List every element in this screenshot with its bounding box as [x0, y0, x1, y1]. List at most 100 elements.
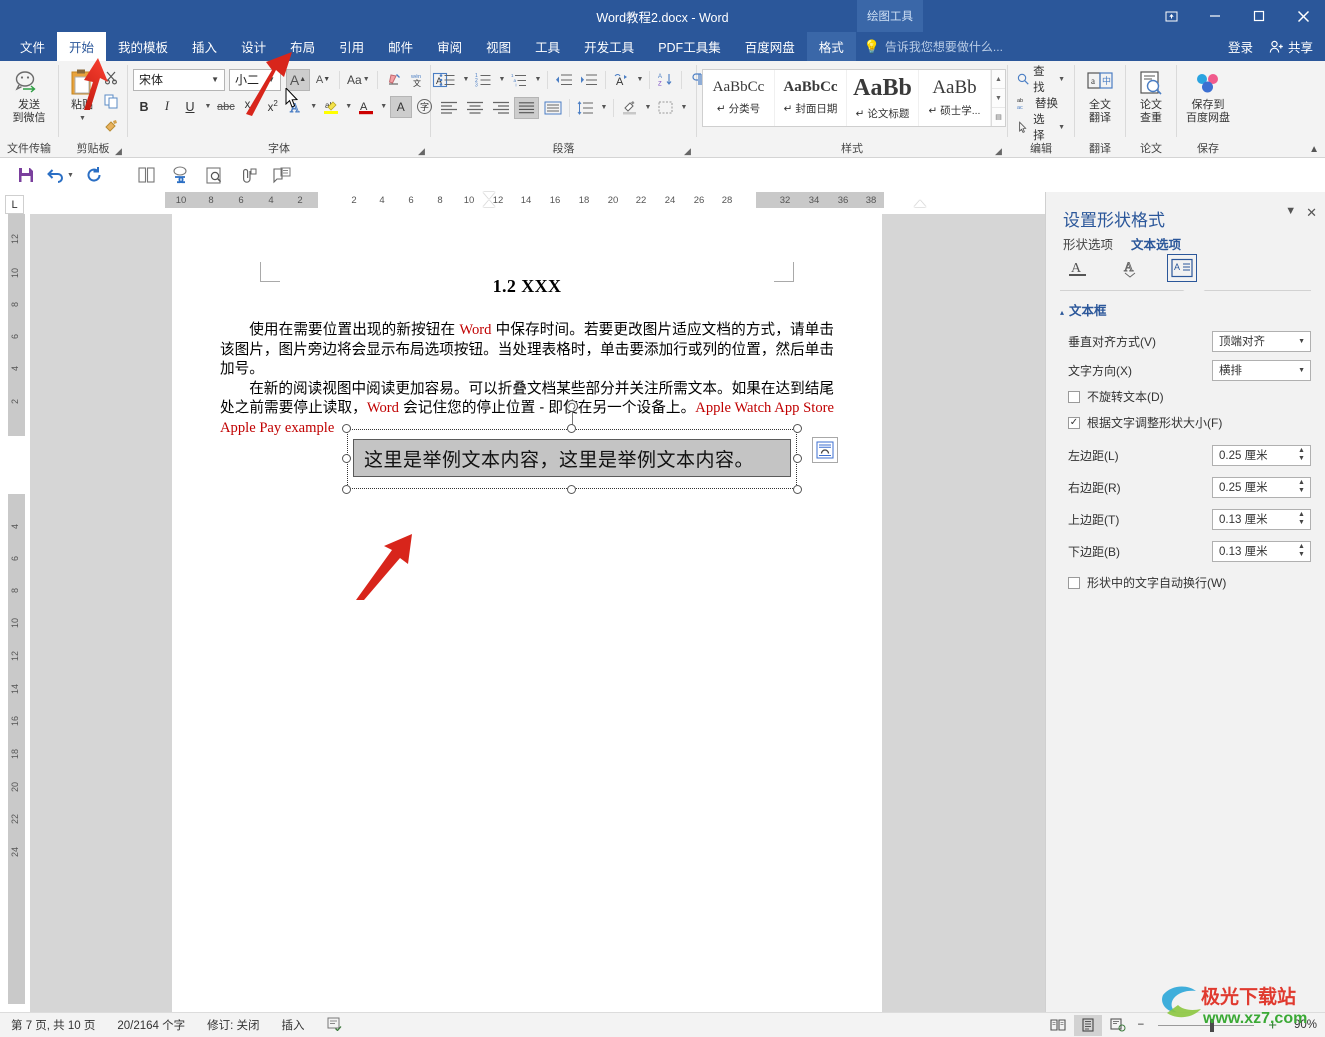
- resize-handle-n[interactable]: [567, 424, 576, 433]
- close-icon[interactable]: ✕: [1306, 205, 1317, 221]
- spinner-arrows[interactable]: ▲▼: [1294, 446, 1309, 465]
- right-margin-spinner[interactable]: 0.25 厘米 ▲▼: [1212, 477, 1311, 498]
- full-text-translate-button[interactable]: a 中 全文翻译: [1080, 64, 1120, 125]
- document-body[interactable]: 使用在需要位置出现的新按钮在 Word 中保存时间。若要更改图片适应文档的方式，…: [172, 321, 882, 438]
- chevron-down-icon[interactable]: ▼: [208, 75, 222, 84]
- track-changes-status[interactable]: 修订: 关闭: [196, 1017, 270, 1033]
- format-painter-button[interactable]: [100, 114, 122, 136]
- bullets-options[interactable]: ▼: [460, 69, 471, 91]
- tab-baidu-netdisk[interactable]: 百度网盘: [733, 32, 807, 61]
- style-item[interactable]: AaBbCc ↵ 封面日期: [775, 70, 847, 126]
- phonetic-guide-button[interactable]: wén文: [406, 69, 428, 91]
- resize-handle-se[interactable]: [793, 485, 802, 494]
- resize-handle-ne[interactable]: [793, 424, 802, 433]
- text-direction-dropdown[interactable]: 横排 ▼: [1212, 360, 1311, 381]
- chevron-down-icon[interactable]: ▼: [1058, 124, 1065, 131]
- clear-formatting-button[interactable]: [382, 69, 405, 91]
- font-color-button[interactable]: A: [355, 96, 377, 118]
- chevron-down-icon[interactable]: ▼: [1285, 205, 1296, 221]
- subscript-button[interactable]: x2: [239, 96, 261, 118]
- chevron-down-icon[interactable]: ▼: [363, 76, 370, 83]
- rotation-handle[interactable]: [566, 400, 578, 412]
- sign-in-button[interactable]: 登录: [1218, 37, 1263, 56]
- borders-button[interactable]: [654, 97, 677, 119]
- print-preview-icon[interactable]: [198, 161, 230, 189]
- chevron-down-icon[interactable]: ▼: [681, 104, 688, 111]
- tab-format[interactable]: 格式: [807, 32, 856, 61]
- first-line-indent-marker[interactable]: [483, 192, 495, 199]
- tab-home[interactable]: 开始: [57, 32, 106, 61]
- proofing-icon[interactable]: [316, 1017, 353, 1034]
- italic-button[interactable]: I: [156, 96, 178, 118]
- undo-icon[interactable]: ▼: [44, 161, 76, 189]
- resize-handle-sw[interactable]: [342, 485, 351, 494]
- tab-tools[interactable]: 工具: [523, 32, 572, 61]
- style-item[interactable]: AaBbCc ↵ 分类号: [703, 70, 775, 126]
- chevron-down-icon[interactable]: ▼: [205, 103, 212, 110]
- spinner-arrows[interactable]: ▲▼: [1294, 478, 1309, 497]
- asian-layout-button[interactable]: A: [610, 69, 633, 91]
- font-color-options[interactable]: ▼: [378, 96, 389, 118]
- tab-layout[interactable]: 布局: [278, 32, 327, 61]
- chevron-down-icon[interactable]: ▼: [380, 103, 387, 110]
- sort-button[interactable]: AZ: [654, 69, 677, 91]
- top-margin-spinner[interactable]: 0.13 厘米 ▲▼: [1212, 509, 1311, 530]
- do-not-rotate-text-checkbox[interactable]: 不旋转文本(D): [1068, 388, 1164, 405]
- hyperlink-icon[interactable]: [164, 161, 196, 189]
- bullets-button[interactable]: [436, 69, 459, 91]
- change-case-button[interactable]: Aa▼: [344, 69, 373, 91]
- word-count[interactable]: 20/2164 个字: [106, 1017, 196, 1033]
- numbering-options[interactable]: ▼: [496, 69, 507, 91]
- tab-references[interactable]: 引用: [327, 32, 376, 61]
- tab-view[interactable]: 视图: [474, 32, 523, 61]
- highlight-button[interactable]: ab: [320, 96, 342, 118]
- textbox-layout-icon[interactable]: A: [1167, 254, 1197, 282]
- highlight-options[interactable]: ▼: [343, 96, 354, 118]
- font-name-combo[interactable]: 宋体 ▼: [133, 69, 225, 91]
- underline-button[interactable]: U: [179, 96, 201, 118]
- zoom-slider-thumb[interactable]: [1210, 1019, 1214, 1032]
- chevron-down-icon[interactable]: ▼: [79, 112, 86, 125]
- vertical-ruler[interactable]: 12 10 8 6 4 2 4 6 8 10 12 14 16 18 20 22…: [0, 214, 30, 1012]
- copy-button[interactable]: [100, 90, 122, 112]
- attachment-icon[interactable]: [232, 161, 264, 189]
- align-left-button[interactable]: [436, 97, 461, 119]
- redo-icon[interactable]: [78, 161, 110, 189]
- styles-gallery-scroll[interactable]: ▲ ▼ ▤: [991, 70, 1005, 126]
- numbering-button[interactable]: 123: [472, 69, 495, 91]
- paragraph-dialog-launcher[interactable]: ◢: [682, 146, 693, 157]
- chevron-down-icon[interactable]: ▼: [264, 75, 278, 84]
- vertical-alignment-dropdown[interactable]: 顶端对齐 ▼: [1212, 331, 1311, 352]
- comment-icon[interactable]: [266, 161, 298, 189]
- styles-gallery[interactable]: AaBbCc ↵ 分类号 AaBbCc ↵ 封面日期 AaBb ↵ 论文标题 A…: [702, 69, 1006, 127]
- find-button[interactable]: 查找 ▼: [1013, 68, 1069, 90]
- tab-review[interactable]: 审阅: [425, 32, 474, 61]
- left-margin-spinner[interactable]: 0.25 厘米 ▲▼: [1212, 445, 1311, 466]
- scroll-down-icon[interactable]: ▼: [992, 89, 1005, 108]
- close-button[interactable]: [1281, 0, 1325, 32]
- columns-icon[interactable]: [130, 161, 162, 189]
- align-right-button[interactable]: [488, 97, 513, 119]
- plagiarism-check-button[interactable]: 论文查重: [1131, 64, 1171, 125]
- paste-button[interactable]: 粘贴 ▼: [64, 64, 100, 125]
- share-button[interactable]: 共享: [1263, 37, 1325, 56]
- ribbon-display-options-icon[interactable]: [1149, 0, 1193, 32]
- underline-options-button[interactable]: ▼: [202, 96, 213, 118]
- selected-text-box[interactable]: 这里是举例文本内容，这里是举例文本内容。: [347, 429, 797, 489]
- resize-handle-w[interactable]: [342, 454, 351, 463]
- select-button[interactable]: 选择 ▼: [1013, 116, 1069, 138]
- spinner-arrows[interactable]: ▲▼: [1294, 510, 1309, 529]
- chevron-down-icon[interactable]: ▼: [310, 103, 317, 110]
- cut-button[interactable]: [100, 66, 122, 88]
- tab-my-templates[interactable]: 我的模板: [106, 32, 180, 61]
- bottom-margin-spinner[interactable]: 0.13 厘米 ▲▼: [1212, 541, 1311, 562]
- scroll-up-icon[interactable]: ▲: [992, 70, 1005, 89]
- chevron-down-icon[interactable]: ▼: [1298, 367, 1305, 374]
- minimize-button[interactable]: [1193, 0, 1237, 32]
- multilevel-options[interactable]: ▼: [532, 69, 543, 91]
- page-indicator[interactable]: 第 7 页, 共 10 页: [0, 1017, 106, 1033]
- tab-insert[interactable]: 插入: [180, 32, 229, 61]
- bold-button[interactable]: B: [133, 96, 155, 118]
- asian-layout-options[interactable]: ▼: [634, 69, 645, 91]
- chevron-down-icon[interactable]: ▼: [637, 76, 644, 83]
